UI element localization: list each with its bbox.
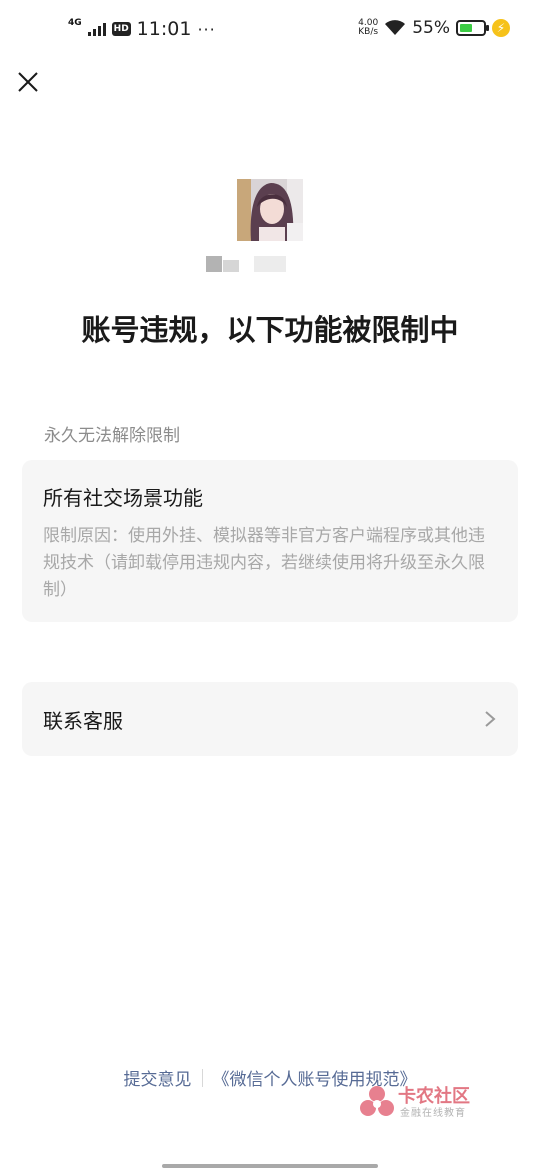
- more-status: ···: [197, 19, 216, 39]
- page-title: 账号违规，以下功能被限制中: [81, 313, 459, 347]
- watermark-logo-icon: [360, 1086, 394, 1116]
- hd-badge: HD: [111, 22, 131, 36]
- contact-support-button[interactable]: 联系客服: [22, 682, 518, 756]
- home-indicator[interactable]: [162, 1164, 378, 1168]
- status-left: 4G HD 11:01 ···: [68, 18, 216, 40]
- watermark: 卡农社区 金融在线教育: [360, 1082, 490, 1122]
- wifi-icon: [385, 20, 406, 35]
- close-icon[interactable]: [16, 70, 40, 94]
- nickname-redacted: [206, 256, 286, 272]
- battery-icon: [456, 20, 489, 36]
- feedback-link[interactable]: 提交意见: [124, 1065, 192, 1090]
- status-bar: 4G HD 11:01 ··· 4.00 KB/s 55% ⚡: [0, 0, 540, 60]
- speed-unit: KB/s: [358, 27, 379, 37]
- footer-divider: [201, 1068, 203, 1087]
- restriction-description: 限制原因：使用外挂、模拟器等非官方客户端程序或其他违规技术（请卸载停用违规内容，…: [43, 526, 485, 600]
- watermark-subtitle: 金融在线教育: [400, 1108, 466, 1119]
- charging-icon: ⚡: [492, 19, 510, 37]
- network-type: 4G: [68, 17, 82, 28]
- signal-icon: [87, 22, 106, 36]
- chevron-right-icon: [485, 711, 496, 727]
- avatar: [237, 179, 303, 241]
- restriction-title: 所有社交场景功能: [43, 486, 203, 510]
- battery-percent: 55%: [412, 18, 450, 38]
- status-time: 11:01: [136, 18, 192, 40]
- contact-support-label: 联系客服: [43, 708, 123, 733]
- network-speed: 4.00 KB/s: [358, 19, 378, 37]
- section-label: 永久无法解除限制: [44, 426, 180, 446]
- restriction-card: 所有社交场景功能 限制原因：使用外挂、模拟器等非官方客户端程序或其他违规技术（请…: [22, 460, 518, 622]
- status-right: 4.00 KB/s 55% ⚡: [358, 18, 510, 38]
